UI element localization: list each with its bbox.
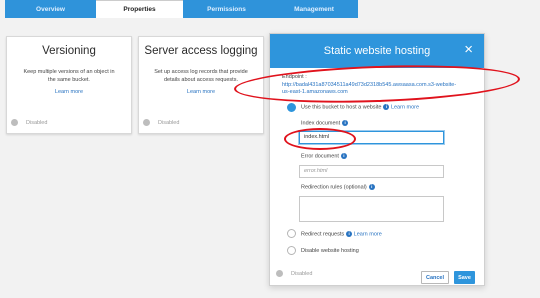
- error-document-label: Error document i: [301, 153, 347, 159]
- versioning-desc-line2: the same bucket.: [48, 76, 90, 83]
- info-icon[interactable]: i: [342, 120, 349, 126]
- versioning-description: Keep multiple versions of an object in t…: [13, 69, 125, 84]
- redirect-requests-label: Redirect requests: [301, 231, 345, 238]
- status-dot-icon: [143, 119, 150, 126]
- tab-bar: Overview Properties Permissions Manageme…: [0, 0, 540, 18]
- versioning-desc-line1: Keep multiple versions of an object in: [23, 69, 115, 75]
- redirection-rules-label: Redirection rules (optional) i: [301, 184, 375, 190]
- panel-title: Static website hosting: [323, 45, 431, 57]
- save-button[interactable]: Save: [454, 271, 475, 284]
- close-icon[interactable]: ×: [464, 42, 473, 57]
- tab-overview[interactable]: Overview: [5, 0, 96, 18]
- redirection-rules-textarea[interactable]: [299, 196, 444, 222]
- error-document-placeholder: error.html: [304, 168, 328, 174]
- host-website-option: Use this bucket to host a website i Learn…: [301, 104, 419, 110]
- error-document-input[interactable]: error.html: [299, 165, 444, 178]
- index-document-label-text: Index document: [301, 120, 341, 127]
- redirect-requests-option: Redirect requests i Learn more: [301, 231, 382, 237]
- tab-permissions[interactable]: Permissions: [183, 0, 270, 18]
- cancel-button[interactable]: Cancel: [421, 271, 449, 284]
- logging-description: Set up access log records that provide d…: [145, 69, 257, 84]
- status-dot-icon: [276, 270, 283, 277]
- versioning-status-label: Disabled: [26, 119, 48, 126]
- info-icon[interactable]: i: [383, 104, 390, 110]
- index-annotation-ellipse: [284, 128, 356, 150]
- info-icon[interactable]: i: [346, 231, 353, 237]
- status-dot-icon: [11, 119, 18, 126]
- panel-header: Static website hosting ×: [270, 34, 484, 68]
- redirection-rules-label-text: Redirection rules (optional): [301, 184, 367, 191]
- logging-desc-line1: Set up access log records that provide: [154, 69, 248, 75]
- redirect-requests-radio[interactable]: [287, 229, 296, 238]
- info-icon[interactable]: i: [340, 153, 347, 159]
- panel-status: Disabled: [276, 270, 312, 277]
- logging-title: Server access logging: [144, 45, 258, 57]
- error-document-label-text: Error document: [301, 153, 339, 160]
- versioning-title: Versioning: [42, 45, 96, 57]
- redirect-requests-learn-more-link[interactable]: Learn more: [354, 231, 382, 237]
- index-document-label: Index document i: [301, 120, 349, 127]
- info-icon[interactable]: i: [368, 184, 375, 190]
- host-website-learn-more-link[interactable]: Learn more: [391, 104, 419, 110]
- host-website-radio[interactable]: [287, 103, 296, 112]
- logging-status-label: Disabled: [158, 119, 180, 126]
- disable-hosting-option: Disable website hosting: [301, 248, 359, 254]
- versioning-status: Disabled: [11, 119, 47, 126]
- tab-management[interactable]: Management: [270, 0, 358, 18]
- disable-hosting-radio[interactable]: [287, 246, 296, 255]
- host-website-label: Use this bucket to host a website: [301, 104, 382, 111]
- logging-status: Disabled: [143, 119, 179, 126]
- tab-properties[interactable]: Properties: [96, 0, 183, 18]
- panel-status-label: Disabled: [291, 270, 313, 277]
- versioning-learn-more-link[interactable]: Learn more: [7, 89, 131, 95]
